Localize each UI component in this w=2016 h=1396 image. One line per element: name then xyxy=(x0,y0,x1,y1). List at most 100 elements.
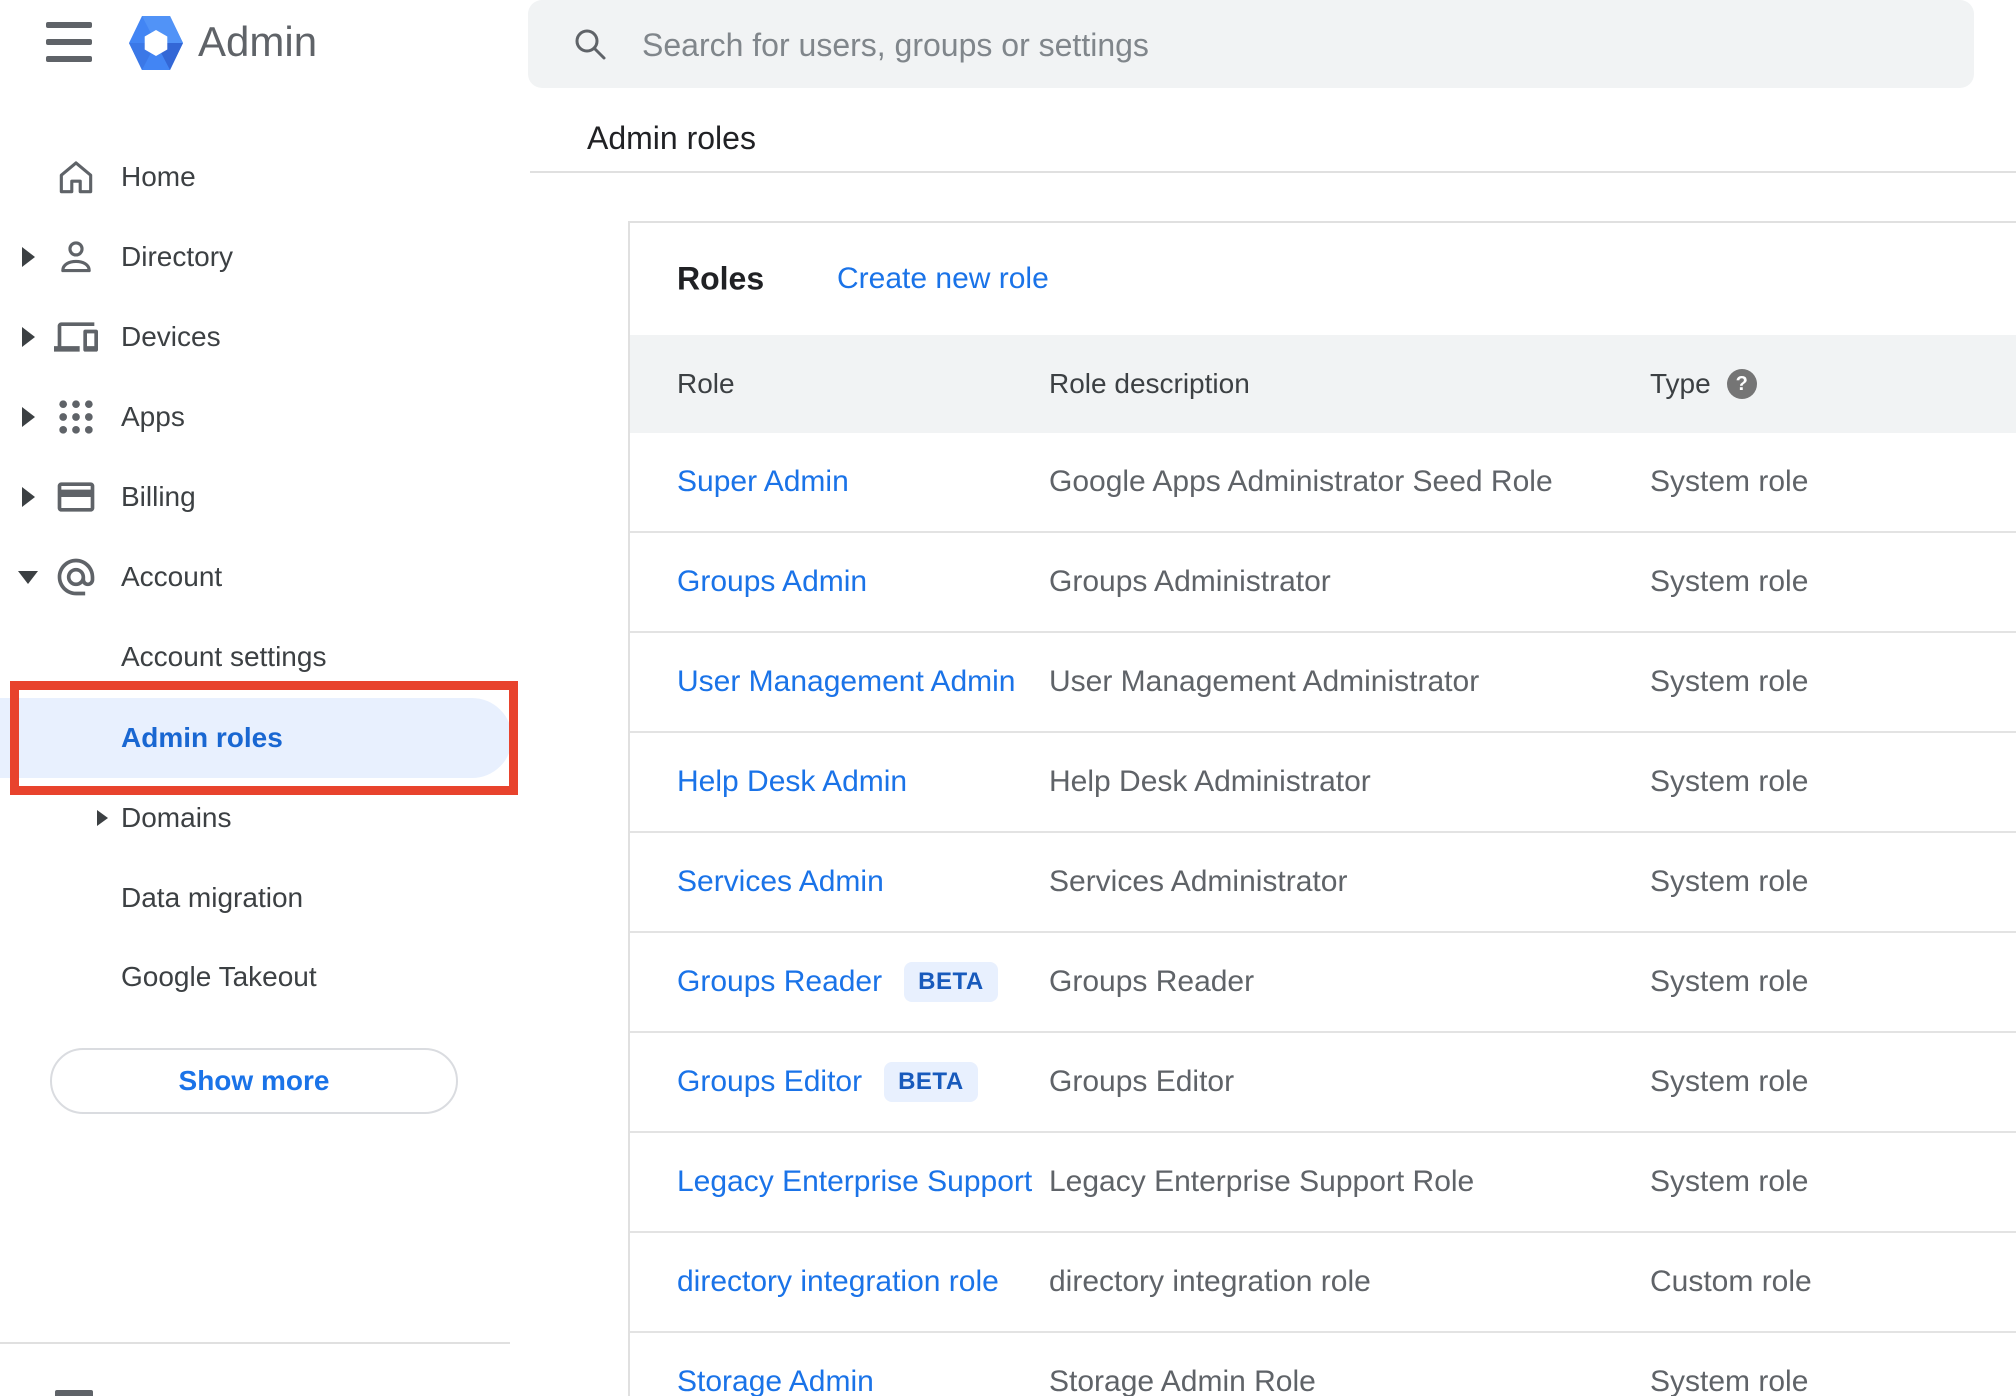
sidebar-item-account[interactable]: Account xyxy=(0,537,530,617)
table-row: Legacy Enterprise Support Legacy Enterpr… xyxy=(630,1133,2016,1233)
role-type: System role xyxy=(1650,665,1809,698)
sidebar-item-label: Admin roles xyxy=(121,722,283,753)
search-bar[interactable] xyxy=(528,0,1974,90)
sidebar-item-label: Devices xyxy=(121,321,221,352)
chevron-down-icon xyxy=(18,571,38,584)
search-input[interactable] xyxy=(640,0,1944,90)
sidebar: Admin Home Directory Devices Apps Billin… xyxy=(0,0,530,1396)
roles-table-header: Role Role description Type ? xyxy=(630,335,2016,433)
sidebar-item-label: Home xyxy=(121,161,196,192)
role-link[interactable]: Groups Admin xyxy=(677,565,867,599)
devices-icon xyxy=(52,313,100,361)
column-header-role: Role xyxy=(677,368,735,399)
sidebar-item-label: Domains xyxy=(121,802,232,833)
role-type: System role xyxy=(1650,865,1809,898)
beta-badge: BETA xyxy=(884,1062,978,1102)
role-cell: Legacy Enterprise Support xyxy=(677,1165,1032,1199)
table-row: Groups Reader BETA Groups Reader System … xyxy=(630,933,2016,1033)
table-row: Super Admin Google Apps Administrator Se… xyxy=(630,433,2016,533)
role-type: Custom role xyxy=(1650,1265,1812,1298)
role-type: System role xyxy=(1650,765,1809,798)
create-new-role-link[interactable]: Create new role xyxy=(837,262,1049,296)
chevron-right-icon xyxy=(22,487,35,507)
help-icon[interactable]: ? xyxy=(1726,369,1757,399)
role-cell: Super Admin xyxy=(677,465,849,499)
column-header-type: Type ? xyxy=(1650,368,1757,400)
page-title: Admin roles xyxy=(587,120,756,156)
table-row: Services Admin Services Administrator Sy… xyxy=(630,833,2016,933)
sidebar-item-google-takeout[interactable]: Google Takeout xyxy=(0,937,530,1017)
role-link[interactable]: directory integration role xyxy=(677,1265,999,1299)
role-link[interactable]: Legacy Enterprise Support xyxy=(677,1165,1032,1199)
home-icon xyxy=(52,153,100,201)
sidebar-item-label: Account settings xyxy=(121,641,327,672)
role-cell: Storage Admin xyxy=(677,1365,874,1396)
apps-grid-icon xyxy=(52,393,100,441)
credit-card-icon xyxy=(52,473,100,521)
role-cell: Groups Reader BETA xyxy=(677,962,998,1002)
role-link[interactable]: Groups Editor xyxy=(677,1065,862,1099)
roles-table-body: Super Admin Google Apps Administrator Se… xyxy=(630,433,2016,1396)
sidebar-item-label: Billing xyxy=(121,481,196,512)
role-link[interactable]: Services Admin xyxy=(677,865,884,899)
role-description: directory integration role xyxy=(1049,1265,1371,1298)
sidebar-divider xyxy=(0,1342,510,1344)
role-cell: Groups Admin xyxy=(677,565,867,599)
google-admin-logo-icon[interactable] xyxy=(128,12,184,74)
sidebar-item-data-migration[interactable]: Data migration xyxy=(0,858,530,938)
role-description: Google Apps Administrator Seed Role xyxy=(1049,465,1553,498)
role-type: System role xyxy=(1650,1365,1809,1396)
role-description: Legacy Enterprise Support Role xyxy=(1049,1165,1475,1198)
product-name: Admin xyxy=(198,18,318,65)
role-type: System role xyxy=(1650,1165,1809,1198)
show-more-button[interactable]: Show more xyxy=(50,1048,458,1114)
role-description: Storage Admin Role xyxy=(1049,1365,1316,1396)
sidebar-item-label: Account xyxy=(121,561,223,592)
roles-heading: Roles xyxy=(677,260,765,297)
role-cell: Services Admin xyxy=(677,865,884,899)
beta-badge: BETA xyxy=(904,962,998,1002)
table-row: directory integration role directory int… xyxy=(630,1233,2016,1333)
chevron-right-icon xyxy=(22,247,35,267)
sidebar-item-devices[interactable]: Devices xyxy=(0,297,530,377)
sidebar-item-home[interactable]: Home xyxy=(0,137,530,217)
role-cell: Groups Editor BETA xyxy=(677,1062,978,1102)
at-sign-icon xyxy=(52,553,100,601)
person-icon xyxy=(52,233,100,281)
sidebar-item-admin-roles[interactable]: Admin roles xyxy=(0,698,530,778)
role-link[interactable]: Groups Reader xyxy=(677,965,882,999)
roles-card: Roles Create new role Role Role descript… xyxy=(628,221,2016,1396)
role-description: Services Administrator xyxy=(1049,865,1348,898)
sidebar-item-label: Data migration xyxy=(121,882,304,913)
sidebar-item-account-settings[interactable]: Account settings xyxy=(0,617,530,697)
show-more-label: Show more xyxy=(178,1065,330,1096)
role-description: Groups Reader xyxy=(1049,965,1255,998)
header-divider xyxy=(530,171,2016,173)
table-row: Storage Admin Storage Admin Role System … xyxy=(630,1333,2016,1396)
sidebar-item-billing[interactable]: Billing xyxy=(0,457,530,537)
role-description: Help Desk Administrator xyxy=(1049,765,1371,798)
search-icon xyxy=(575,29,606,60)
chevron-right-icon xyxy=(22,407,35,427)
role-type: System role xyxy=(1650,965,1809,998)
role-cell: User Management Admin xyxy=(677,665,1016,699)
role-link[interactable]: Help Desk Admin xyxy=(677,765,907,799)
clipped-sidebar-icon xyxy=(55,1390,93,1396)
sidebar-item-apps[interactable]: Apps xyxy=(0,377,530,457)
chevron-right-icon xyxy=(22,327,35,347)
role-type: System role xyxy=(1650,565,1809,598)
role-link[interactable]: User Management Admin xyxy=(677,665,1016,699)
chevron-right-icon xyxy=(97,810,108,826)
table-row: User Management Admin User Management Ad… xyxy=(630,633,2016,733)
hamburger-menu-icon[interactable] xyxy=(46,22,92,62)
role-type: System role xyxy=(1650,465,1809,498)
table-row: Groups Admin Groups Administrator System… xyxy=(630,533,2016,633)
sidebar-item-domains[interactable]: Domains xyxy=(0,778,530,858)
role-link[interactable]: Storage Admin xyxy=(677,1365,874,1396)
column-header-role-description: Role description xyxy=(1049,368,1250,399)
sidebar-item-label: Google Takeout xyxy=(121,961,317,992)
role-description: Groups Administrator xyxy=(1049,565,1331,598)
sidebar-item-label: Apps xyxy=(121,401,185,432)
sidebar-item-directory[interactable]: Directory xyxy=(0,217,530,297)
role-link[interactable]: Super Admin xyxy=(677,465,849,499)
